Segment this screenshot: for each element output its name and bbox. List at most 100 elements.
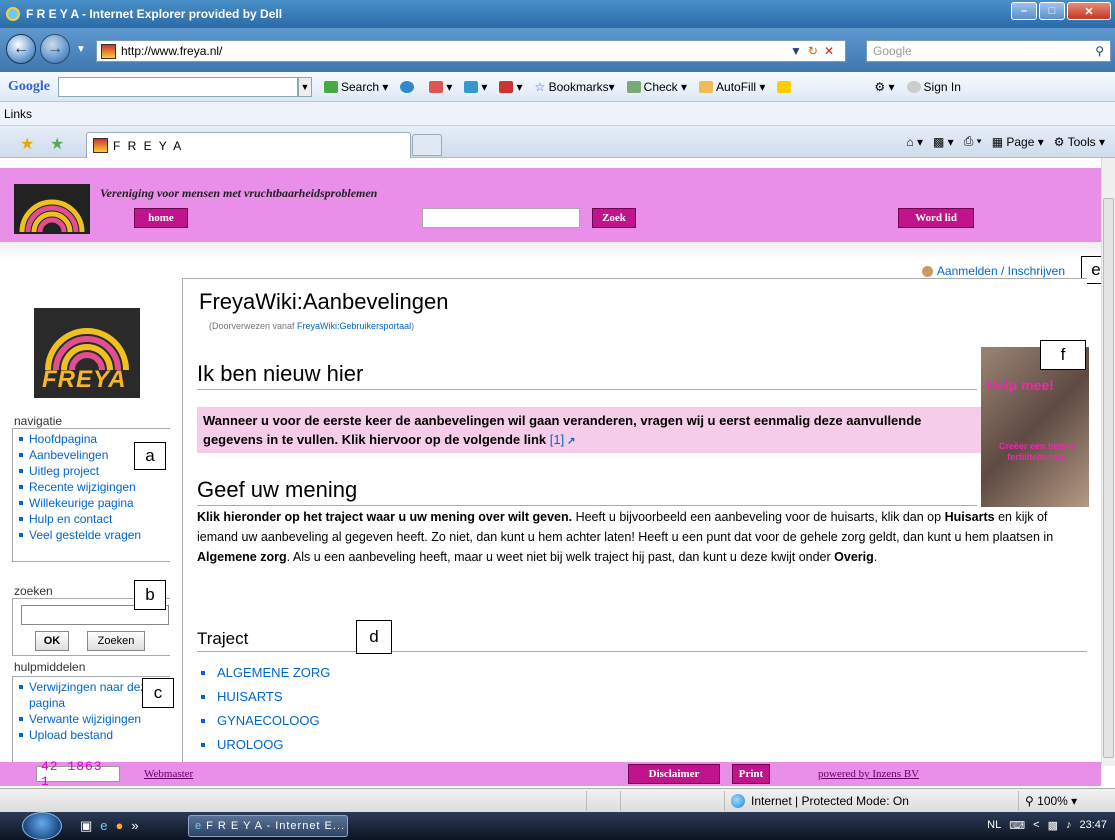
address-dropdown-icon[interactable]: ▼: [790, 44, 802, 58]
home-icon[interactable]: ⌂ ▾: [906, 135, 923, 149]
header-logo[interactable]: [14, 184, 90, 234]
sidebar-logo-text: FREYA: [42, 366, 127, 393]
google-search-input[interactable]: [58, 76, 298, 97]
opinion-text-3: . Als u een aanbeveling heeft, maar u we…: [286, 550, 835, 564]
home-button[interactable]: home: [134, 208, 188, 228]
autofill-button[interactable]: AutoFill ▾: [699, 80, 765, 94]
page-menu[interactable]: ▦ Page ▾: [992, 135, 1044, 149]
tray-icon-keyboard[interactable]: ⌨: [1009, 819, 1025, 832]
nav-item-recente-wijzigingen[interactable]: Recente wijzigingen: [19, 479, 170, 495]
popup-blocker-icon[interactable]: ▾: [499, 80, 522, 94]
zoom-control[interactable]: ⚲ 100% ▾: [1018, 791, 1114, 811]
traject-item-gynaecoloog[interactable]: GYNAECOLOOG: [201, 709, 330, 733]
print-icon[interactable]: ⎙ ▾: [964, 134, 982, 149]
links-label[interactable]: Links: [4, 107, 32, 121]
close-button[interactable]: ✕: [1067, 2, 1111, 20]
site-header: Vereniging voor mensen met vruchtbaarhei…: [0, 168, 1101, 242]
address-bar[interactable]: http://www.freya.nl/: [96, 40, 846, 62]
quicklaunch-overflow-icon[interactable]: »: [131, 818, 138, 834]
traject-item-uroloog[interactable]: UROLOOG: [201, 733, 330, 757]
header-search-button[interactable]: Zoek: [592, 208, 636, 228]
check-label: Check: [643, 79, 678, 94]
history-dropdown-icon[interactable]: ▼: [76, 44, 86, 55]
sign-in-button[interactable]: Sign In: [906, 80, 961, 94]
login-link[interactable]: Aanmelden / Inschrijven: [921, 264, 1065, 278]
start-button[interactable]: [22, 812, 62, 840]
google-search-button[interactable]: Search ▾: [324, 80, 388, 94]
scrollbar-thumb[interactable]: [1103, 198, 1114, 758]
tools-item-verwante-wijzigingen[interactable]: Verwante wijzigingen: [19, 711, 170, 727]
nav-item-hulp-en-contact[interactable]: Hulp en contact: [19, 511, 170, 527]
traject-item-huisarts[interactable]: HUISARTS: [201, 685, 330, 709]
new-tab-button[interactable]: [412, 134, 442, 156]
feeds-icon[interactable]: ▩ ▾: [933, 135, 954, 149]
maximize-button[interactable]: □: [1039, 2, 1065, 20]
powered-by-link[interactable]: powered by Inzens BV: [818, 768, 919, 780]
settings-wrench-icon[interactable]: ⚙ ▾: [874, 80, 894, 94]
main-content: FreyaWiki:Aanbevelingen (Doorverwezen va…: [182, 278, 1089, 778]
ie-quicklaunch-icon[interactable]: e: [100, 818, 107, 834]
tab-freya[interactable]: F R E Y A: [86, 132, 411, 158]
tab-title: F R E Y A: [113, 138, 184, 153]
tools-menu-label: Tools: [1067, 134, 1096, 149]
show-desktop-icon[interactable]: ▣: [80, 818, 92, 834]
add-favorites-icon[interactable]: ★: [50, 134, 64, 154]
traject-heading: Traject: [197, 629, 1087, 652]
spellcheck-icon: [626, 81, 641, 94]
user-icon: [921, 266, 933, 278]
minimize-button[interactable]: –: [1011, 2, 1037, 20]
tray-icon-network[interactable]: ▩: [1048, 819, 1058, 832]
new-here-link[interactable]: [1]: [550, 432, 564, 447]
zoeken-button[interactable]: Zoeken: [87, 631, 145, 651]
sidebar: FREYA navigatie Hoofdpagina Aanbevelinge…: [0, 268, 175, 768]
bookmarks-button[interactable]: ☆ Bookmarks▾: [534, 80, 614, 94]
pagerank-icon[interactable]: [400, 80, 417, 94]
taskbar-ie-task[interactable]: eF R E Y A - Internet E...: [188, 815, 348, 837]
nav-item-willekeurige-pagina[interactable]: Willekeurige pagina: [19, 495, 170, 511]
ok-button[interactable]: OK: [35, 631, 69, 651]
nav-title: navigatie: [14, 414, 63, 428]
help-mee-banner[interactable]: Help mee! Creëer een betere fertiliteits…: [981, 347, 1089, 507]
bookmarks-label: Bookmarks: [548, 79, 609, 94]
search-box[interactable]: Google ⚲: [866, 40, 1111, 62]
refresh-icon[interactable]: ↻: [808, 44, 818, 58]
firefox-quicklaunch-icon[interactable]: ●: [116, 818, 124, 834]
nav-item-veel-gestelde-vragen[interactable]: Veel gestelde vragen: [19, 527, 170, 543]
header-search-input[interactable]: [422, 208, 580, 228]
tools-menu[interactable]: ⚙ Tools ▾: [1054, 135, 1105, 149]
language-indicator[interactable]: NL: [987, 819, 1001, 832]
search-icon[interactable]: ⚲: [1095, 44, 1104, 58]
mail-icon[interactable]: ▾: [429, 80, 452, 94]
vertical-scrollbar[interactable]: [1101, 158, 1115, 766]
tools-item-upload[interactable]: Upload bestand: [19, 727, 170, 743]
disclaimer-button[interactable]: Disclaimer: [628, 764, 720, 784]
address-text: http://www.freya.nl/: [121, 44, 223, 58]
sidebar-logo[interactable]: FREYA: [34, 308, 140, 398]
zoom-text: 100%: [1037, 794, 1068, 808]
plus-icon[interactable]: ▾: [464, 80, 487, 94]
redirect-suffix: ): [411, 321, 415, 331]
sign-in-icon: [906, 81, 921, 94]
tray-expand-icon[interactable]: <: [1033, 819, 1039, 832]
redirect-prefix: (Doorverwezen vanaf: [209, 321, 298, 331]
back-button[interactable]: ←: [6, 34, 36, 64]
forward-button[interactable]: →: [40, 34, 70, 64]
stop-icon[interactable]: ✕: [824, 44, 834, 58]
traject-item-algemene-zorg[interactable]: ALGEMENE ZORG: [201, 661, 330, 685]
page-title: FreyaWiki:Aanbevelingen: [199, 289, 449, 314]
webmaster-link[interactable]: Webmaster: [144, 768, 193, 780]
redirect-link[interactable]: FreyaWiki:Gebruikersportaal: [297, 321, 411, 331]
join-button[interactable]: Word lid: [898, 208, 974, 228]
traject-list: ALGEMENE ZORG HUISARTS GYNAECOLOOG UROLO…: [201, 661, 330, 757]
favorites-star-icon[interactable]: ★: [20, 134, 34, 154]
highlighter-icon[interactable]: [777, 80, 794, 94]
tray-icon-volume[interactable]: ♪: [1066, 819, 1072, 832]
clock[interactable]: 23:47: [1079, 819, 1107, 832]
google-dropdown-icon[interactable]: ▼: [298, 76, 312, 97]
help-banner-subtitle: Creëer een betere fertiliteitszorg: [998, 441, 1076, 462]
check-button[interactable]: Check ▾: [626, 79, 687, 94]
links-bar: Links: [0, 102, 1115, 126]
security-zone[interactable]: Internet | Protected Mode: On: [724, 791, 1014, 811]
login-label: Aanmelden / Inschrijven: [936, 264, 1065, 278]
print-button[interactable]: Print: [732, 764, 770, 784]
